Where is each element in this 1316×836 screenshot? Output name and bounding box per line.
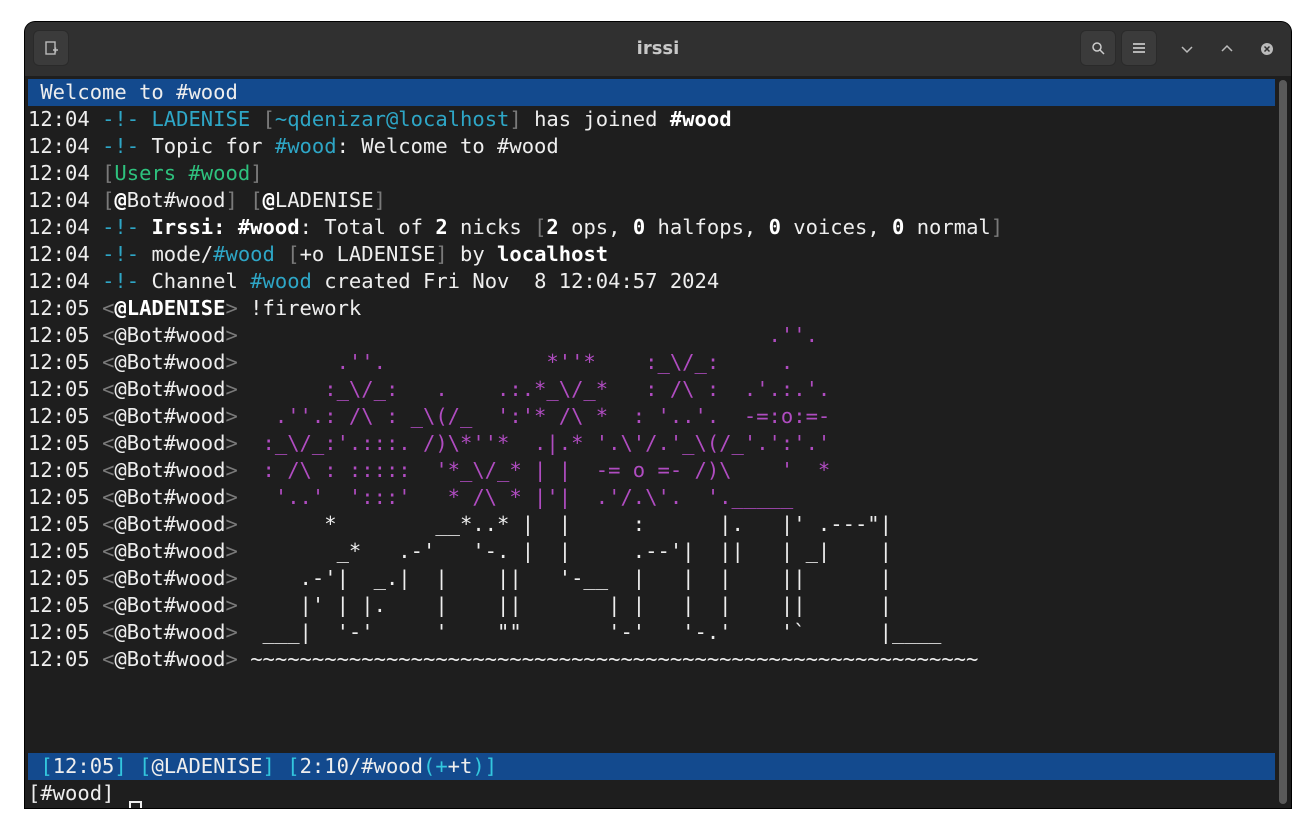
art-line: 12:05 <@Bot#wood> .''. <box>28 323 818 347</box>
art-text: .''.: /\ : _\(/_ ':'* /\ * : '..'. -=:o:… <box>250 404 831 428</box>
input-prompt: [#wood] <box>28 781 127 805</box>
topic-text: Welcome to #wood <box>40 80 238 104</box>
chevron-up-icon <box>1221 44 1233 52</box>
art-text: ~~~~~~~~~~~~~~~~~~~~~~~~~~~~~~~~~~~~~~~~… <box>250 647 979 671</box>
status-nick: @LADENISE <box>151 754 263 778</box>
log-line: 12:05 <@LADENISE> !firework <box>28 296 362 320</box>
art-line: 12:05 <@Bot#wood> .-'| _.| | || '-__ | |… <box>28 566 892 590</box>
status-window: 2:10/#wood <box>299 754 423 778</box>
art-line: 12:05 <@Bot#wood> * __*..* | | : |. |' .… <box>28 512 892 536</box>
log-line: 12:04 [@Bot#wood] [@LADENISE] <box>28 188 386 212</box>
art-text: ___| '-' ' "" '-' '-.' '` |____ <box>250 620 942 644</box>
close-icon <box>1261 43 1273 55</box>
chevron-down-icon <box>1181 46 1193 54</box>
art-line: 12:05 <@Bot#wood> _* .-' '-. | | .--'| |… <box>28 539 892 563</box>
art-text: .''. *''* :_\/_: . <box>250 350 794 374</box>
art-text: .-'| _.| | || '-__ | | | || | <box>250 566 892 590</box>
log-line: 12:04 -!- Channel #wood created Fri Nov … <box>28 269 720 293</box>
art-text: |' | |. | || | | | | || | <box>250 593 892 617</box>
log-line: 12:04 [Users #wood] <box>28 161 263 185</box>
art-line: 12:05 <@Bot#wood> .''. *''* :_\/_: . <box>28 350 794 374</box>
input-line[interactable]: [#wood] <box>28 780 127 807</box>
log-line: 12:04 -!- LADENISE [~qdenizar@localhost]… <box>28 107 732 131</box>
topic-bar: Welcome to #wood <box>28 79 1275 106</box>
art-text: _* .-' '-. | | .--'| || | _| | <box>250 539 892 563</box>
status-time: 12:05 <box>52 754 115 778</box>
art-line: 12:05 <@Bot#wood> ___| '-' ' "" '-' '-.'… <box>28 620 942 644</box>
search-button[interactable] <box>1080 30 1116 66</box>
art-text: .''. <box>250 323 818 347</box>
art-text: : /\ : ::::: '*_\/_* | | -= o =- /)\ ' * <box>250 458 831 482</box>
terminal-area[interactable]: Welcome to #wood 12:04 -!- LADENISE [~qd… <box>25 76 1291 808</box>
art-line: 12:05 <@Bot#wood> .''.: /\ : _\(/_ ':'* … <box>28 404 831 428</box>
search-icon <box>1092 42 1105 55</box>
art-line: 12:05 <@Bot#wood> |' | |. | || | | | | |… <box>28 593 892 617</box>
log-line: 12:04 -!- Topic for #wood: Welcome to #w… <box>28 134 559 158</box>
art-text: '..' ':::' * /\ * |'| .'/.\'. '._____ <box>250 485 794 509</box>
close-button[interactable] <box>1256 38 1278 60</box>
minimize-button[interactable] <box>1176 38 1198 60</box>
art-text: :_\/_:'.:::. /)\*''* .|.* '.\'/.'_\(/_'.… <box>250 431 831 455</box>
scrollbar[interactable] <box>1279 80 1287 804</box>
terminal-window: irssi Welcome to #wood 12:04 -!- LADENIS… <box>25 22 1291 808</box>
status-bar: [12:05] [@LADENISE] [2:10/#wood(++t)] <box>28 753 1275 780</box>
title-bar: irssi <box>25 22 1291 77</box>
art-line: 12:05 <@Bot#wood> :_\/_:'.:::. /)\*''* .… <box>28 431 831 455</box>
art-text: :_\/_: . .:.*_\/_* : /\ : .'.:.'. <box>250 377 831 401</box>
maximize-button[interactable] <box>1216 38 1238 60</box>
hamburger-icon <box>1133 43 1145 53</box>
log-line: 12:04 -!- Irssi: #wood: Total of 2 nicks… <box>28 215 1004 239</box>
art-line: 12:05 <@Bot#wood> : /\ : ::::: '*_\/_* |… <box>28 458 831 482</box>
art-line: 12:05 <@Bot#wood> :_\/_: . .:.*_\/_* : /… <box>28 377 831 401</box>
text-cursor <box>129 801 142 808</box>
menu-button[interactable] <box>1121 30 1157 66</box>
art-text: * __*..* | | : |. |' .---"| <box>250 512 892 536</box>
status-mode: +t <box>447 754 473 778</box>
art-line: 12:05 <@Bot#wood> '..' ':::' * /\ * |'| … <box>28 485 794 509</box>
log-line: 12:04 -!- mode/#wood [+o LADENISE] by lo… <box>28 242 609 266</box>
art-line: 12:05 <@Bot#wood> ~~~~~~~~~~~~~~~~~~~~~~… <box>28 647 979 671</box>
